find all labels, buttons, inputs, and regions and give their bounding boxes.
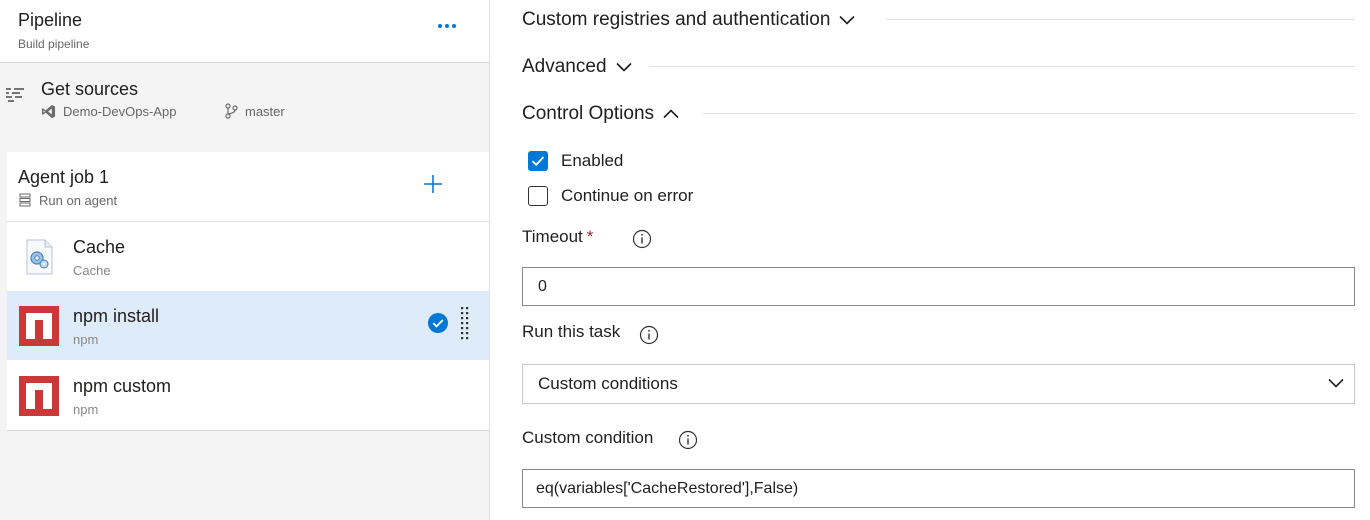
- agent-job-card: Agent job 1 Run on agent Cache Cache npm…: [7, 152, 489, 431]
- task-title: npm custom: [73, 376, 172, 396]
- custom-condition-value: eq(variables['CacheRestored'],False): [536, 479, 799, 497]
- section-label: Advanced: [522, 56, 607, 77]
- task-subtitle: npm: [73, 332, 99, 347]
- custom-condition-input[interactable]: eq(variables['CacheRestored'],False): [522, 469, 1355, 508]
- pipeline-header[interactable]: Pipeline Build pipeline: [0, 0, 489, 63]
- server-agent-icon: [19, 193, 31, 207]
- pipeline-tasks-panel: Pipeline Build pipeline Get sources Demo…: [0, 0, 490, 520]
- get-sources-icon: [6, 88, 24, 102]
- chevron-down-icon: [1328, 378, 1344, 388]
- enabled-checkbox[interactable]: Enabled: [528, 151, 623, 171]
- task-properties-panel: Custom registries and authentication Adv…: [491, 0, 1370, 520]
- section-divider: [703, 113, 1355, 114]
- section-divider: [649, 66, 1355, 67]
- more-options-button[interactable]: [432, 14, 462, 38]
- task-item-npm-custom[interactable]: npm custom npm: [7, 361, 489, 430]
- required-mark: *: [586, 227, 594, 246]
- repository-name: Demo-DevOps-App: [63, 104, 177, 119]
- run-this-task-label-text: Run this task: [522, 322, 621, 341]
- task-item-cache[interactable]: Cache Cache: [7, 222, 489, 291]
- timeout-value: 0: [538, 277, 547, 295]
- task-item-npm-install[interactable]: npm install npm: [7, 291, 489, 360]
- drag-handle-icon[interactable]: [460, 305, 470, 343]
- timeout-label: Timeout *: [522, 227, 593, 247]
- timeout-label-text: Timeout: [522, 227, 583, 246]
- section-advanced[interactable]: Advanced: [522, 52, 632, 82]
- checkbox-label: Continue on error: [561, 186, 694, 205]
- agent-job-header[interactable]: Agent job 1 Run on agent: [7, 152, 489, 222]
- custom-condition-label-text: Custom condition: [522, 428, 654, 447]
- checkbox-box[interactable]: [528, 186, 548, 206]
- section-label: Control Options: [522, 103, 655, 124]
- info-icon[interactable]: [678, 430, 698, 450]
- npm-icon: [19, 306, 59, 346]
- section-custom-registries[interactable]: Custom registries and authentication: [522, 5, 855, 35]
- chevron-up-icon: [663, 109, 679, 119]
- timeout-input[interactable]: 0: [522, 267, 1355, 306]
- section-control-options[interactable]: Control Options: [522, 99, 679, 129]
- chevron-down-icon: [615, 62, 632, 72]
- visual-studio-repo-icon: [41, 104, 56, 119]
- agent-job-subtitle: Run on agent: [39, 193, 118, 208]
- run-this-task-value: Custom conditions: [538, 374, 678, 393]
- continue-on-error-checkbox[interactable]: Continue on error: [528, 186, 693, 206]
- branch-icon: [225, 103, 238, 119]
- agent-job-title: Agent job 1: [18, 167, 110, 187]
- chevron-down-icon: [839, 15, 855, 25]
- task-subtitle: Cache: [73, 263, 111, 278]
- add-task-button[interactable]: [421, 172, 445, 196]
- custom-condition-label: Custom condition: [522, 428, 653, 448]
- run-this-task-dropdown[interactable]: Custom conditions: [522, 364, 1355, 404]
- branch-name: master: [245, 104, 285, 119]
- task-title: npm install: [73, 306, 160, 326]
- checkmark-icon: [531, 156, 545, 167]
- info-icon[interactable]: [639, 325, 659, 345]
- selected-check-icon: [428, 313, 448, 333]
- info-icon[interactable]: [632, 229, 652, 249]
- pipeline-subtitle: Build pipeline: [18, 37, 90, 51]
- get-sources-title: Get sources: [41, 79, 139, 99]
- task-title: Cache: [73, 237, 126, 257]
- section-label: Custom registries and authentication: [522, 9, 831, 30]
- npm-icon: [19, 376, 59, 416]
- task-subtitle: npm: [73, 402, 99, 417]
- section-divider: [886, 19, 1355, 20]
- cache-task-icon: [26, 239, 53, 275]
- pipeline-title: Pipeline: [18, 10, 83, 30]
- checkbox-box[interactable]: [528, 151, 548, 171]
- run-this-task-label: Run this task: [522, 322, 620, 342]
- checkbox-label: Enabled: [561, 151, 624, 170]
